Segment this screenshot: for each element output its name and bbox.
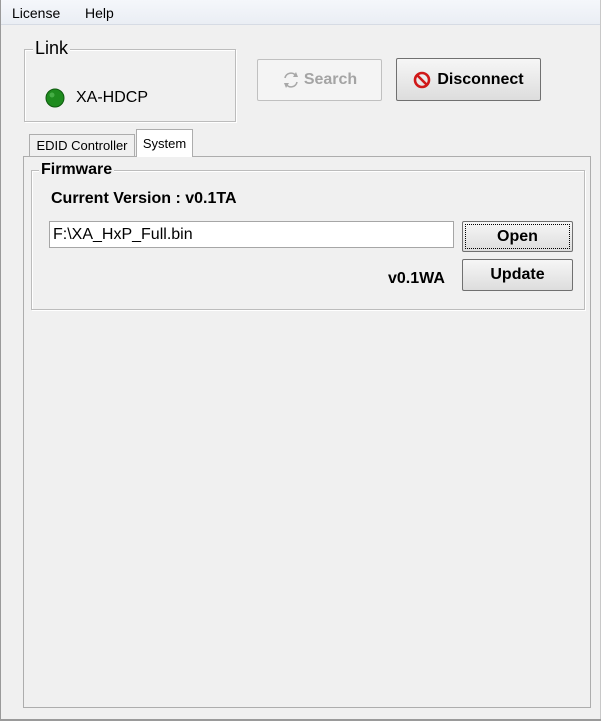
menu-license[interactable]: License	[12, 5, 60, 21]
disconnect-button-label: Disconnect	[437, 70, 524, 88]
link-groupbox	[24, 49, 236, 122]
refresh-arrows-icon	[283, 72, 298, 88]
status-led-icon	[45, 88, 65, 108]
menu-help[interactable]: Help	[85, 5, 114, 21]
firmware-file-path-field[interactable]: F:\XA_HxP_Full.bin	[49, 221, 454, 248]
tab-system[interactable]: System	[136, 129, 193, 157]
new-version-label: v0.1WA	[388, 270, 445, 287]
tab-edid-controller[interactable]: EDID Controller	[29, 134, 135, 156]
window-left-border	[0, 0, 1, 721]
disconnect-button[interactable]: Disconnect	[396, 58, 541, 101]
link-legend: Link	[33, 38, 71, 59]
menu-bar: License Help	[1, 0, 600, 25]
search-button-label: Search	[303, 71, 358, 88]
firmware-legend: Firmware	[39, 161, 115, 179]
update-button[interactable]: Update	[462, 259, 573, 291]
current-version-label: Current Version : v0.1TA	[51, 190, 237, 207]
device-name: XA-HDCP	[76, 89, 149, 106]
open-button-label: Open	[497, 227, 538, 245]
update-button-label: Update	[490, 266, 545, 283]
no-entry-icon	[414, 71, 431, 88]
search-button[interactable]: Search	[257, 59, 382, 101]
open-button[interactable]: Open	[462, 221, 573, 252]
